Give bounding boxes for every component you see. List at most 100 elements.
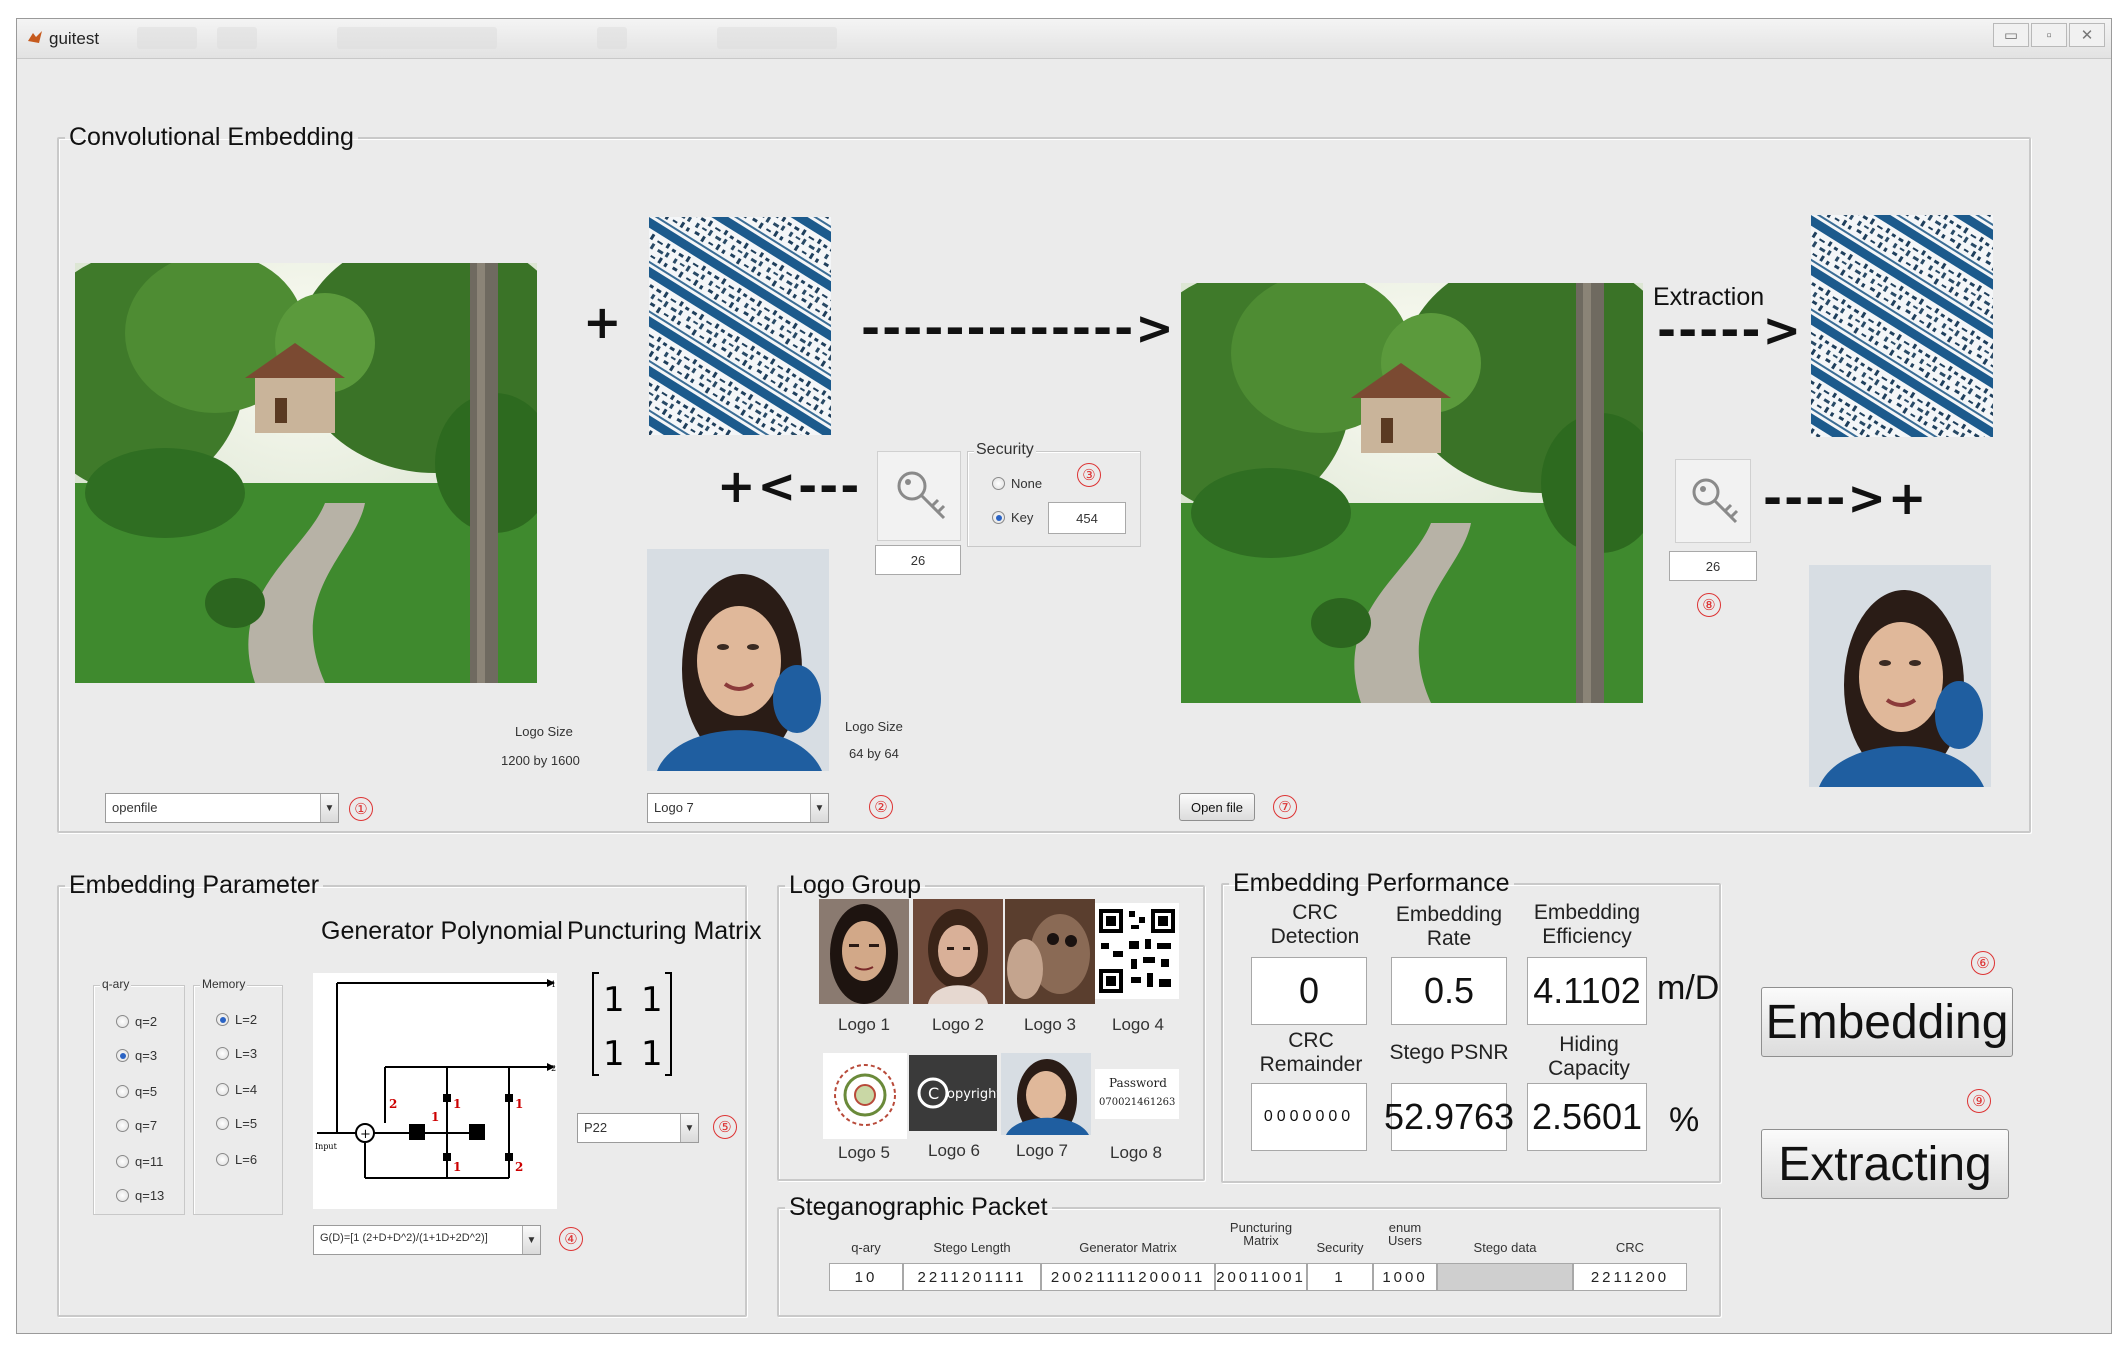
radio-key[interactable] (992, 511, 1005, 524)
close-button[interactable]: ✕ (2069, 23, 2105, 47)
encoder-diagram: + Input 1 2 2 1 1 1 2 1 (313, 973, 557, 1209)
svg-text:1: 1 (641, 1034, 663, 1074)
marker-2: ② (869, 795, 893, 819)
memory-option[interactable]: L=5 (216, 1116, 257, 1131)
security-panel: Security None Key 454 (967, 441, 1141, 547)
qary-option[interactable]: q=11 (116, 1154, 163, 1169)
svg-text:070021461263: 070021461263 (1099, 1097, 1175, 1108)
back-arrow: +<--- (717, 459, 862, 513)
logo-8-label: Logo 8 (1110, 1143, 1162, 1162)
puncture-select[interactable]: P22 ▼ (577, 1113, 699, 1143)
extract-arrow: -----> (1657, 303, 1804, 357)
packet-stego-length-value: 2211201111 (903, 1263, 1041, 1291)
puncture-select-value: P22 (584, 1120, 608, 1135)
extract-back-arrow: ---->+ (1763, 471, 1929, 525)
chevron-down-icon[interactable]: ▼ (680, 1114, 698, 1142)
extracting-button[interactable]: Extracting (1761, 1129, 2009, 1199)
logo-thumb-5[interactable] (823, 1053, 907, 1139)
packet-label-qary: q-ary (851, 1240, 881, 1255)
key-value-right[interactable]: 26 (1669, 551, 1757, 581)
logo-select-value: Logo 7 (654, 800, 694, 815)
minimize-button[interactable]: ▭ (1993, 23, 2029, 47)
radio-none[interactable] (992, 477, 1005, 490)
chevron-down-icon[interactable]: ▼ (522, 1226, 540, 1254)
extracted-scrambled-logo (1811, 215, 1993, 437)
open-file-button[interactable]: Open file (1179, 793, 1255, 821)
performance-panel-title: Embedding Performance (1233, 869, 1510, 897)
chevron-down-icon[interactable]: ▼ (810, 794, 828, 822)
key-icon (897, 471, 946, 520)
marker-3: ③ (1077, 463, 1101, 487)
key-value-left[interactable]: 26 (875, 545, 961, 575)
ghost-toolbar-3 (337, 27, 497, 49)
key-icon-panel-right (1675, 459, 1751, 543)
memory-panel: Memory L=2 L=3 L=4 L=5 L=6 (193, 977, 283, 1215)
logo-size-value: 64 by 64 (849, 746, 899, 761)
packet-crc-value: 2211200 (1573, 1263, 1687, 1291)
host-image (75, 263, 537, 683)
logo-thumb-4[interactable] (1095, 903, 1179, 999)
logo-select[interactable]: Logo 7 ▼ (647, 793, 829, 823)
app-window: guitest ▭ ▫ ✕ Convolutional Embedding + … (16, 18, 2112, 1334)
crc-detection-value: 0 (1251, 957, 1367, 1025)
logo-thumb-7[interactable] (1001, 1053, 1091, 1135)
crc-remainder-label: CRC Remainder (1259, 1029, 1363, 1076)
memory-option[interactable]: L=3 (216, 1046, 257, 1061)
plus-sign: + (583, 295, 624, 349)
marker-7: ⑦ (1273, 795, 1297, 819)
svg-text:2: 2 (389, 1097, 397, 1111)
out2-label: 2 (551, 1064, 556, 1073)
memory-option[interactable]: L=4 (216, 1082, 257, 1097)
key-icon-panel-left (877, 451, 961, 541)
embedding-efficiency-label: Embedding Efficiency (1533, 901, 1641, 948)
logo-7-label: Logo 7 (1016, 1141, 1068, 1160)
security-option-none[interactable]: None (992, 476, 1042, 491)
qary-option[interactable]: q=7 (116, 1118, 157, 1133)
logo-thumb-8[interactable]: Password 070021461263 (1095, 1069, 1179, 1119)
qary-title: q-ary (100, 977, 132, 991)
hiding-capacity-value: 2.5601 (1527, 1083, 1647, 1151)
svg-text:1: 1 (453, 1097, 461, 1111)
stego-psnr-label: Stego PSNR (1389, 1041, 1509, 1064)
qary-option[interactable]: q=5 (116, 1084, 157, 1099)
scrambled-logo-image (649, 217, 831, 435)
packet-puncturing-matrix-value: 20011001 (1215, 1263, 1307, 1291)
packet-label-stego-data: Stego data (1473, 1240, 1537, 1255)
qary-option[interactable]: q=13 (116, 1188, 164, 1203)
qary-option[interactable]: q=3 (116, 1048, 157, 1063)
marker-4: ④ (559, 1227, 583, 1251)
embedding-efficiency-value: 4.1102 (1527, 957, 1647, 1025)
steganographic-packet-panel: Steganographic Packet (777, 1193, 1721, 1317)
logo-1-label: Logo 1 (838, 1015, 890, 1034)
capacity-unit: % (1669, 1101, 1700, 1139)
svg-text:2: 2 (515, 1160, 523, 1174)
logo-thumb-6[interactable]: C opyright (909, 1055, 997, 1131)
maximize-button[interactable]: ▫ (2031, 23, 2067, 47)
packet-label-crc: CRC (1615, 1240, 1645, 1255)
panel-title: Convolutional Embedding (69, 123, 354, 151)
chevron-down-icon[interactable]: ▼ (320, 794, 338, 822)
radio-none-label: None (1011, 476, 1043, 491)
generator-select[interactable]: G(D)=[1 (2+D+D^2)/(1+1D+2D^2)] ▼ (313, 1225, 541, 1255)
generator-select-value: G(D)=[1 (2+D+D^2)/(1+1D+2D^2)] (320, 1232, 488, 1244)
qary-option[interactable]: q=2 (116, 1014, 157, 1029)
packet-security-value: 1 (1307, 1263, 1373, 1291)
host-image-select[interactable]: openfile ▼ (105, 793, 339, 823)
embedding-button[interactable]: Embedding (1761, 987, 2013, 1057)
memory-option[interactable]: L=6 (216, 1152, 257, 1167)
logo-thumb-1[interactable] (819, 899, 909, 1004)
packet-users-value: 1000 (1373, 1263, 1437, 1291)
memory-option[interactable]: L=2 (216, 1012, 257, 1027)
marker-5: ⑤ (713, 1115, 737, 1139)
logo-thumb-3[interactable] (1005, 899, 1095, 1004)
logo-6-label: Logo 6 (928, 1141, 980, 1160)
security-option-key[interactable]: Key (992, 510, 1033, 525)
packet-label-generator-matrix: Generator Matrix (1079, 1240, 1177, 1255)
security-title: Security (974, 441, 1036, 459)
matlab-icon (28, 31, 42, 43)
embed-arrow: -------------> (861, 301, 1176, 355)
logo-2-label: Logo 2 (932, 1015, 984, 1034)
memory-title: Memory (200, 977, 248, 991)
security-key-input[interactable]: 454 (1048, 502, 1126, 534)
logo-thumb-2[interactable] (913, 899, 1003, 1004)
